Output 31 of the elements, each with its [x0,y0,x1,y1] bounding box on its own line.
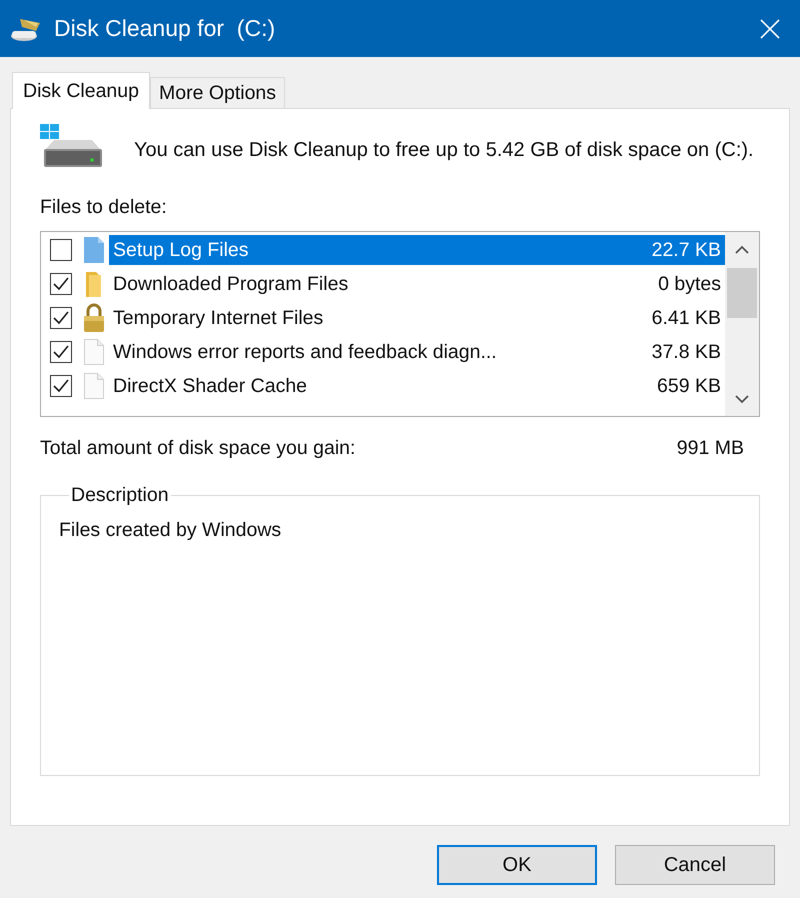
document-icon [83,236,105,264]
list-item[interactable]: Windows error reports and feedback diagn... 37.8 KB [109,337,725,367]
files-label: Files to delete: [40,196,168,219]
blank-page-icon [83,372,105,400]
list-item[interactable]: DirectX Shader Cache 659 KB [109,371,725,401]
checkbox[interactable] [50,375,72,397]
scrollbar[interactable] [725,232,759,416]
intro-text: You can use Disk Cleanup to free up to 5.42 GB of disk space on (C:). [134,138,754,163]
tab[interactable]: Disk Cleanup [12,72,150,109]
checkmark-icon [53,311,69,325]
window-title: Disk Cleanup for (C:) [54,15,276,42]
checkmark-icon [53,379,69,393]
padlock-icon [82,303,106,333]
checkbox[interactable] [50,273,72,295]
checkbox[interactable] [50,341,72,363]
blank-page-icon [83,338,105,366]
description-text: Files created by Windows [59,519,282,542]
list-item[interactable]: Temporary Internet Files 6.41 KB [109,303,725,333]
scroll-thumb[interactable] [727,268,757,318]
list-item[interactable]: Setup Log Files 22.7 KB [109,235,725,265]
checkmark-icon [53,345,69,359]
checkmark-icon [53,277,69,291]
list-item[interactable]: Downloaded Program Files 0 bytes [109,269,725,299]
checkbox[interactable] [50,239,72,261]
cancel-button[interactable]: Cancel [615,845,775,885]
ok-button[interactable]: OK [437,845,597,885]
group-legend: Description [69,484,171,507]
tab[interactable]: More Options [150,77,286,108]
total-label: Total amount of disk space you gain: [40,437,356,460]
total-value: 991 MB [676,437,744,460]
checkbox[interactable] [50,307,72,329]
